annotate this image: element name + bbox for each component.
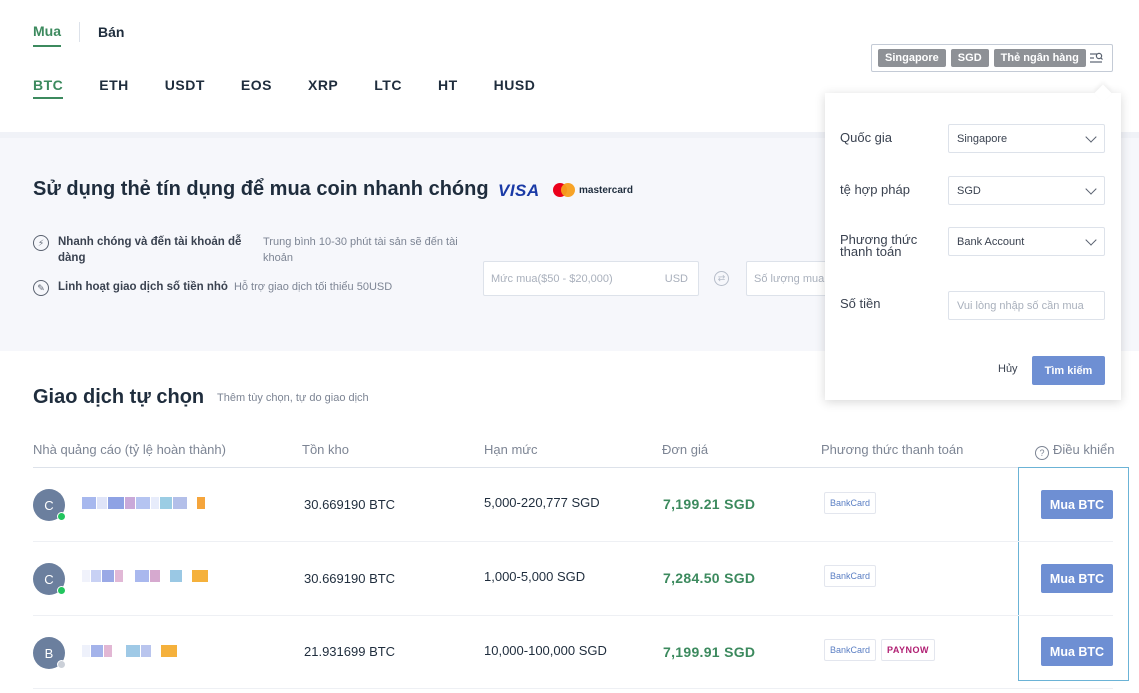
otc-page: Mua Bán BTC ETH USDT EOS XRP LTC HT HUSD… [0, 0, 1139, 693]
header-payment: Phương thức thanh toán [821, 442, 964, 457]
swap-icon[interactable]: ⇄ [714, 271, 729, 286]
coin-tab-husd[interactable]: HUSD [494, 77, 536, 99]
chevron-down-icon [1085, 234, 1097, 246]
offline-status-dot [57, 660, 66, 669]
filter-chip-currency: SGD [950, 49, 989, 67]
online-status-dot [57, 512, 66, 521]
advertiser-name-blurred[interactable] [82, 570, 208, 582]
coin-tabs: BTC ETH USDT EOS XRP LTC HT HUSD [33, 77, 571, 99]
help-icon[interactable]: ? [1035, 446, 1049, 460]
chevron-down-icon [1085, 131, 1097, 143]
advertiser-name-blurred[interactable] [82, 645, 177, 657]
fiat-label: tệ hợp pháp [840, 182, 910, 197]
payment-badge-bankcard: BankCard [824, 492, 877, 514]
payment-label: Phương thức thanh toán [840, 232, 918, 259]
header-price: Đơn giá [662, 442, 709, 457]
price-value: 7,284.50 SGD [663, 570, 756, 586]
avatar[interactable]: C [33, 563, 66, 595]
banner-title: Sử dụng thẻ tín dụng để mua coin nhanh c… [33, 178, 489, 200]
coins-icon: ✎ [33, 280, 49, 296]
amount-field[interactable]: Vui lòng nhập số cần mua [948, 291, 1105, 320]
limit-value: 5,000-220,777 SGD [484, 495, 600, 510]
header-divider [33, 467, 1113, 468]
visa-logo: VISA [498, 181, 540, 200]
payment-badge-bankcard: BankCard [824, 639, 877, 661]
stock-value: 30.669190 BTC [304, 497, 396, 512]
price-value: 7,199.91 SGD [663, 644, 756, 660]
filter-chip-payment: Thẻ ngân hàng [993, 49, 1086, 67]
chevron-down-icon [1085, 183, 1097, 195]
advertiser-name-blurred[interactable] [82, 497, 205, 509]
row-divider [33, 688, 1113, 689]
cancel-button[interactable]: Hủy [998, 363, 1018, 375]
filter-bar[interactable]: Singapore SGD Thẻ ngân hàng [871, 44, 1113, 72]
fiat-select[interactable]: SGD [948, 176, 1105, 205]
avatar[interactable]: B [33, 637, 66, 669]
tab-sell[interactable]: Bán [98, 24, 124, 46]
payment-select[interactable]: Bank Account [948, 227, 1105, 256]
filter-panel: Quốc gia Singapore tệ hợp pháp SGD Phươn… [825, 84, 1121, 400]
coin-tab-eth[interactable]: ETH [99, 77, 129, 99]
header-stock: Tồn kho [302, 442, 349, 457]
lightning-icon: ⚡ [33, 235, 49, 251]
payment-badge-bankcard: BankCard [824, 565, 877, 587]
avatar[interactable]: C [33, 489, 66, 521]
limit-value: 1,000-5,000 SGD [484, 569, 586, 584]
amount-label: Số tiền [840, 296, 881, 311]
row-divider [33, 615, 1113, 616]
payment-badge-paynow: PAYNOW [881, 639, 936, 661]
stock-value: 30.669190 BTC [304, 571, 396, 586]
tab-buy[interactable]: Mua [33, 23, 61, 47]
limit-value: 10,000-100,000 SGD [484, 643, 607, 658]
mastercard-logo: mastercard [553, 183, 633, 197]
feature-small-amount: ✎ Linh hoạt giao dịch số tiền nhỏ Hỗ trợ… [33, 279, 392, 296]
buy-btc-button[interactable]: Mua BTC [1041, 637, 1113, 666]
stock-value: 21.931699 BTC [304, 644, 396, 659]
search-button[interactable]: Tìm kiếm [1032, 356, 1105, 385]
online-status-dot [57, 586, 66, 595]
filter-search-icon[interactable] [1088, 50, 1104, 66]
buy-btc-button[interactable]: Mua BTC [1041, 490, 1113, 519]
header-advertiser: Nhà quảng cáo (tỷ lệ hoàn thành) [33, 442, 226, 457]
panel-arrow [1094, 84, 1112, 102]
coin-tab-btc[interactable]: BTC [33, 77, 64, 99]
section-title: Giao dịch tự chọn [33, 386, 205, 408]
feature-fast-desc: Trung bình 10-30 phút tài sản sẽ đến tài… [263, 236, 458, 264]
price-value: 7,199.21 SGD [663, 496, 756, 512]
header-action: ? Điều khiển [1035, 442, 1114, 460]
coin-tab-usdt[interactable]: USDT [165, 77, 205, 99]
coin-tab-eos[interactable]: EOS [241, 77, 272, 99]
country-select[interactable]: Singapore [948, 124, 1105, 153]
country-label: Quốc gia [840, 130, 893, 145]
header-limit: Hạn mức [484, 442, 538, 457]
amount-input[interactable]: Mức mua($50 - $20,000) USD [483, 261, 699, 296]
buy-btc-button[interactable]: Mua BTC [1041, 564, 1113, 593]
coin-tab-xrp[interactable]: XRP [308, 77, 338, 99]
filter-chip-country: Singapore [878, 49, 946, 67]
row-divider [33, 541, 1113, 542]
side-tabs: Mua Bán [33, 22, 124, 48]
tab-divider [79, 22, 80, 42]
feature-fast: ⚡ Nhanh chóng và đến tài khoản dễ dàng [33, 234, 263, 266]
coin-tab-ht[interactable]: HT [438, 77, 458, 99]
coin-tab-ltc[interactable]: LTC [374, 77, 402, 99]
section-subtitle: Thêm tùy chọn, tự do giao dịch [217, 392, 369, 404]
